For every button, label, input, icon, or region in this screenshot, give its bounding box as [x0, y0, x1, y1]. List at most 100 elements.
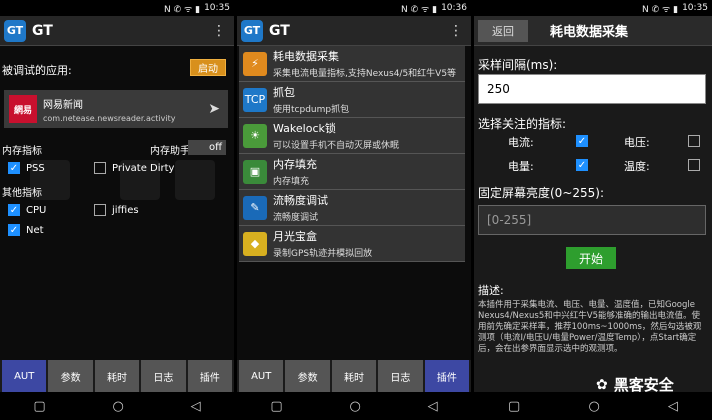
battery-icon: ⚡	[243, 51, 267, 76]
status-bar: N ✆ ᯤ ▮ 10:36	[237, 0, 471, 16]
memory-metrics-label: 内存指标	[2, 146, 42, 157]
gt-logo-icon: GT	[4, 19, 26, 42]
start-button[interactable]: 开始	[566, 247, 616, 269]
jiffies-checkbox-row[interactable]: jiffies	[94, 204, 139, 216]
gt-aut-screen: N ✆ ᯤ ▮ 10:35 GT GT ⋮ 被调试的应用: 启动 網易 网易新闻 …	[0, 0, 234, 420]
home-icon[interactable]: ○	[112, 399, 123, 414]
capacity-label: 电量:	[508, 160, 534, 173]
app-bar: GT GT ⋮	[237, 16, 471, 46]
debug-app-label: 被调试的应用:	[2, 64, 72, 77]
back-icon[interactable]: ◁	[668, 399, 678, 414]
memory-helper-toggle[interactable]: off	[188, 140, 226, 155]
recent-apps-icon[interactable]: ▢	[33, 399, 45, 414]
background-app-icon	[175, 160, 215, 200]
bottom-tab-bar: AUT 参数 耗时 日志 插件	[237, 360, 471, 392]
tab-log[interactable]: 日志	[378, 360, 423, 392]
title-bar: 返回 耗电数据采集	[474, 16, 712, 46]
back-icon[interactable]: ◁	[428, 399, 438, 414]
netease-news-logo: 網易	[9, 95, 37, 123]
plugin-item[interactable]: ▣ 内存填充 内存填充	[239, 154, 465, 190]
pss-checkbox-row[interactable]: ✓ PSS	[8, 162, 45, 174]
checkbox-unchecked[interactable]	[94, 204, 106, 216]
plugin-subtitle: 可以设置手机不自动灭屏或休眠	[273, 141, 400, 151]
status-bar: N ✆ ᯤ ▮ 10:35	[0, 0, 234, 16]
back-icon[interactable]: ◁	[191, 399, 201, 414]
checkbox-unchecked[interactable]	[94, 162, 106, 174]
gt-logo-icon: GT	[241, 19, 263, 42]
temperature-label: 温度:	[624, 160, 650, 173]
description-label: 描述:	[478, 284, 504, 297]
plugin-subtitle: 录制GPS轨迹并模拟回放	[273, 249, 373, 259]
tab-params[interactable]: 参数	[285, 360, 330, 392]
plugin-item[interactable]: ☀ Wakelock锁 可以设置手机不自动灭屏或休眠	[239, 118, 465, 154]
pss-label: PSS	[26, 162, 45, 174]
plugin-title: 内存填充	[273, 158, 317, 171]
wechat-icon: ✿	[596, 376, 608, 393]
system-nav-bar: ▢ ○ ◁	[237, 392, 471, 420]
checkbox-checked[interactable]: ✓	[8, 204, 20, 216]
tab-plugins[interactable]: 插件	[187, 360, 233, 392]
tab-log[interactable]: 日志	[141, 360, 186, 392]
brightness-input[interactable]: [0-255]	[478, 205, 706, 235]
status-time: 10:36	[441, 3, 467, 13]
description-text: 本插件用于采集电流、电压、电量、温度值，已知Google Nexus4/Nexu…	[478, 300, 702, 354]
tab-plugins[interactable]: 插件	[424, 360, 470, 392]
tab-timing[interactable]: 耗时	[331, 360, 377, 392]
plugin-item[interactable]: ⚡ 耗电数据采集 采集电流电量指标,支持Nexus4/5和红牛V5等	[239, 46, 465, 82]
app-title: GT	[269, 22, 290, 39]
tab-aut[interactable]: AUT	[239, 360, 284, 392]
home-icon[interactable]: ○	[588, 399, 599, 414]
plugin-title: 耗电数据采集	[273, 50, 339, 63]
system-nav-bar: ▢ ○ ◁	[0, 392, 234, 420]
capacity-checkbox[interactable]: ✓	[576, 159, 588, 171]
toggle-state: off	[208, 142, 222, 153]
plugin-subtitle: 内存填充	[273, 177, 310, 187]
status-time: 10:35	[204, 3, 230, 13]
app-package: com.netease.newsreader.activity	[43, 113, 176, 123]
app-title: GT	[32, 22, 53, 39]
current-checkbox[interactable]: ✓	[576, 135, 588, 147]
tab-timing[interactable]: 耗时	[94, 360, 140, 392]
smoothness-icon: ✎	[243, 195, 267, 220]
app-name: 网易新闻	[43, 99, 83, 111]
more-vert-icon[interactable]: ⋮	[449, 23, 463, 39]
net-label: Net	[26, 224, 44, 236]
more-vert-icon[interactable]: ⋮	[212, 23, 226, 39]
plugin-subtitle: 使用tcpdump抓包	[273, 105, 350, 115]
plugin-item[interactable]: ✎ 流畅度调试 流畅度调试	[239, 190, 465, 226]
cpu-label: CPU	[26, 204, 47, 216]
voltage-checkbox[interactable]	[688, 135, 700, 147]
plugin-item[interactable]: TCP 抓包使用tcpdump抓包	[239, 82, 465, 118]
checkbox-checked[interactable]: ✓	[8, 224, 20, 236]
focus-metrics-label: 选择关注的指标:	[478, 117, 567, 131]
recent-apps-icon[interactable]: ▢	[270, 399, 282, 414]
temperature-checkbox[interactable]	[688, 159, 700, 171]
back-button[interactable]: 返回	[478, 19, 528, 42]
plugin-item[interactable]: ◆ 月光宝盒 录制GPS轨迹并模拟回放	[239, 226, 465, 262]
private-dirty-label: Private Dirty	[112, 162, 175, 174]
power-collect-screen: N ✆ ᯤ ▮ 10:35 返回 耗电数据采集 采样间隔(ms): 250 选择关…	[474, 0, 712, 420]
recent-apps-icon[interactable]: ▢	[508, 399, 520, 414]
status-icons: N ✆ ᯤ ▮	[401, 4, 438, 15]
interval-input[interactable]: 250	[478, 74, 706, 104]
other-metrics-label: 其他指标	[2, 188, 42, 199]
plugin-title: 流畅度调试	[273, 194, 328, 207]
home-icon[interactable]: ○	[349, 399, 360, 414]
target-app-selector[interactable]: 網易 网易新闻 com.netease.newsreader.activity …	[4, 90, 228, 128]
tab-aut[interactable]: AUT	[2, 360, 47, 392]
jiffies-label: jiffies	[112, 204, 139, 216]
app-bar: GT GT ⋮	[0, 16, 234, 46]
status-icons: N ✆ ᯤ ▮	[642, 4, 679, 15]
checkbox-checked[interactable]: ✓	[8, 162, 20, 174]
plugin-list: ⚡ 耗电数据采集 采集电流电量指标,支持Nexus4/5和红牛V5等 TCP 抓包 使用t…	[239, 46, 465, 262]
start-button[interactable]: 启动	[190, 59, 226, 76]
private-dirty-checkbox-row[interactable]: Private Dirty	[94, 162, 174, 174]
plugin-title: 抓包	[273, 86, 295, 99]
tab-params[interactable]: 参数	[48, 360, 93, 392]
packet-capture-icon: TCP	[243, 87, 267, 112]
cpu-checkbox-row[interactable]: ✓ CPU	[8, 204, 46, 216]
gt-plugins-screen: N ✆ ᯤ ▮ 10:36 GT GT ⋮ ⚡ 耗电数据采集 采集电流电量指标,支持N…	[237, 0, 471, 420]
voltage-label: 电压:	[624, 136, 650, 149]
gps-box-icon: ◆	[243, 231, 267, 256]
net-checkbox-row[interactable]: ✓ Net	[8, 224, 44, 236]
